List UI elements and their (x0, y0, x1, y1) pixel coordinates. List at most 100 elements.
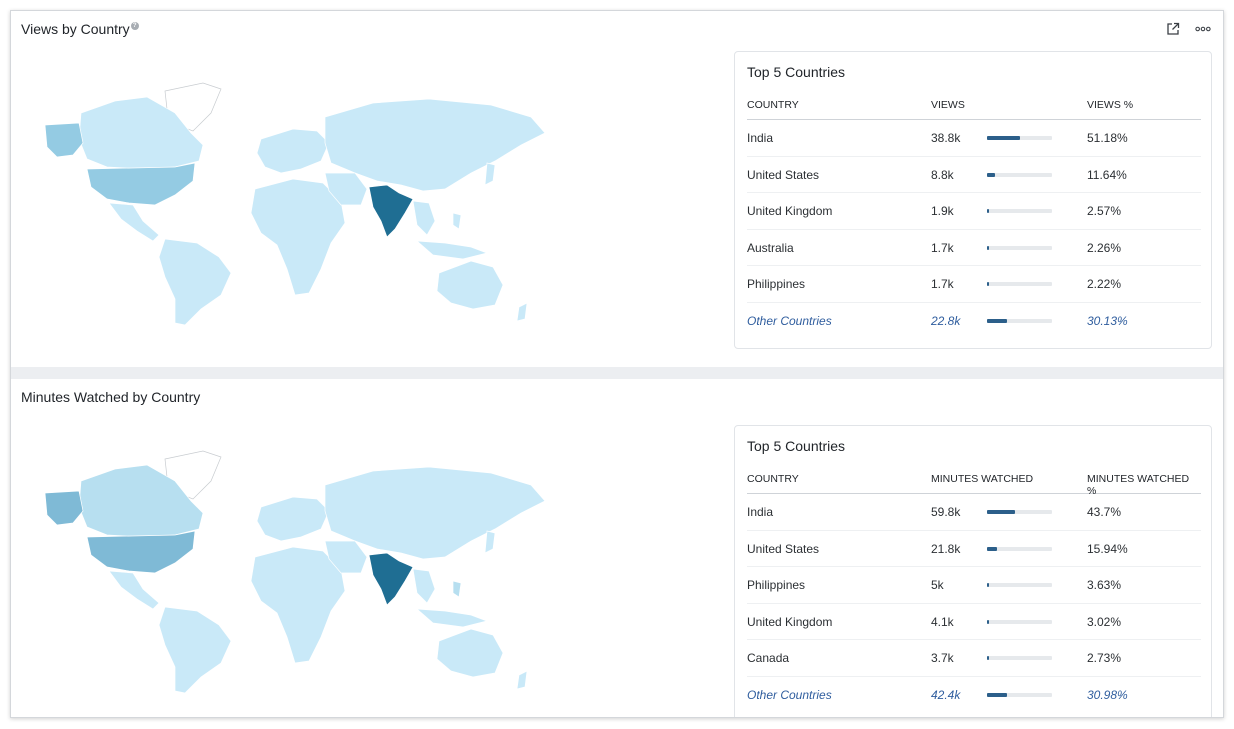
map-india (368, 552, 414, 606)
share-bar (987, 282, 1052, 286)
metric-percent: 30.13% (1087, 313, 1128, 328)
map-mexico (108, 202, 160, 242)
metric-value: 1.9k (931, 204, 954, 218)
country-name: Canada (747, 651, 790, 665)
table-row: India 59.8k 43.7% (747, 494, 1201, 531)
header-value[interactable]: MINUTES WATCHED (931, 473, 1033, 485)
country-name[interactable]: Other Countries (747, 314, 832, 328)
share-bar-fill (987, 583, 989, 587)
world-map[interactable] (25, 441, 555, 701)
map-africa (250, 546, 346, 664)
metric-value: 1.7k (931, 240, 954, 255)
metric-percent: 11.64% (1087, 167, 1127, 182)
top-countries-card: Top 5 Countries COUNTRY MINUTES WATCHED … (734, 425, 1212, 717)
map-alaska (44, 122, 84, 158)
header-value[interactable]: VIEWS (931, 99, 965, 111)
share-bar-fill (987, 510, 1015, 514)
metric-value: 4.1k (931, 614, 954, 629)
map-india (368, 184, 414, 238)
map-new-zealand (516, 302, 528, 322)
panel-title: Minutes Watched by Country (21, 389, 200, 405)
metric-percent: 51.18% (1087, 131, 1128, 145)
country-name: India (747, 131, 774, 145)
share-bar (987, 318, 1052, 323)
other-countries-row[interactable]: Other Countries 42.4k 30.98% (747, 677, 1201, 714)
metric-value: 1.7k (931, 277, 954, 291)
country-name: Australia (747, 240, 794, 255)
metric-percent: 43.7% (1087, 505, 1122, 519)
map-australia (436, 628, 504, 678)
dashboard-frame: Views by Country ? Top 5 Countries COUNT… (10, 10, 1224, 718)
minutes-watched-panel: Minutes Watched by Country Top 5 Countri… (11, 379, 1223, 718)
map-alaska (44, 490, 84, 526)
panel-title: Views by Country ? (21, 21, 139, 37)
table-row: Australia 1.7k 2.26% (747, 230, 1201, 266)
world-map[interactable] (25, 73, 555, 333)
header-country[interactable]: COUNTRY (747, 99, 799, 111)
more-options-icon[interactable] (1195, 21, 1211, 37)
card-title: Top 5 Countries (747, 64, 846, 80)
map-japan (484, 162, 496, 186)
map-south-america (158, 606, 232, 694)
map-indonesia (415, 608, 489, 628)
share-bar-fill (987, 318, 1007, 323)
map-south-america (158, 238, 232, 326)
metric-percent: 2.26% (1087, 240, 1122, 255)
share-bar-fill (987, 136, 1020, 140)
help-icon[interactable]: ? (130, 22, 139, 30)
table-row: Philippines 5k 3.63% (747, 567, 1201, 604)
views-by-country-panel: Views by Country ? Top 5 Countries COUNT… (11, 11, 1223, 367)
open-external-icon[interactable] (1165, 21, 1181, 37)
panel-actions (1165, 21, 1211, 37)
country-name: Philippines (747, 578, 806, 592)
metric-value: 21.8k (931, 541, 961, 556)
map-indonesia (415, 240, 489, 260)
header-country[interactable]: COUNTRY (747, 473, 799, 485)
share-bar-fill (987, 209, 989, 213)
other-countries-row[interactable]: Other Countries 22.8k 30.13% (747, 303, 1201, 340)
share-bar-fill (987, 619, 989, 624)
country-name: United States (747, 167, 820, 182)
share-bar (987, 510, 1052, 514)
table-row: Canada 3.7k 2.73% (747, 640, 1201, 677)
share-bar (987, 245, 1052, 250)
country-name: United States (747, 541, 820, 556)
country-name[interactable]: Other Countries (747, 688, 832, 702)
share-bar (987, 172, 1052, 177)
panel-divider (11, 367, 1223, 379)
metric-percent: 30.98% (1087, 687, 1128, 702)
metric-value: 5k (931, 578, 944, 592)
metric-percent: 2.57% (1087, 204, 1122, 218)
map-europe (256, 496, 330, 542)
top-countries-card: Top 5 Countries COUNTRY VIEWS VIEWS % In… (734, 51, 1212, 349)
map-new-zealand (516, 670, 528, 690)
metric-percent: 15.94% (1087, 541, 1128, 556)
metric-percent: 2.73% (1087, 651, 1122, 665)
table-header: COUNTRY VIEWS VIEWS % (747, 98, 1201, 120)
map-usa (86, 530, 196, 574)
table-row: United Kingdom 4.1k 3.02% (747, 604, 1201, 640)
metric-value: 3.7k (931, 651, 954, 665)
scroll-indicator[interactable] (1157, 717, 1223, 718)
map-africa (250, 178, 346, 296)
share-bar (987, 583, 1052, 587)
share-bar (987, 692, 1052, 697)
table-row: United States 21.8k 15.94% (747, 531, 1201, 567)
metric-value: 59.8k (931, 505, 961, 519)
top-countries-table: COUNTRY MINUTES WATCHED MINUTES WATCHED … (747, 472, 1201, 713)
metric-value: 38.8k (931, 131, 961, 145)
share-bar-fill (987, 656, 989, 660)
map-japan (484, 530, 496, 554)
metric-value: 22.8k (931, 313, 961, 328)
country-name: United Kingdom (747, 204, 833, 218)
panel-title-text: Minutes Watched by Country (21, 389, 201, 405)
top-countries-table: COUNTRY VIEWS VIEWS % India 38.8k 51.18% Un… (747, 98, 1201, 339)
metric-percent: 3.63% (1087, 578, 1122, 592)
table-row: United Kingdom 1.9k 2.57% (747, 193, 1201, 230)
header-percent[interactable]: VIEWS % (1087, 99, 1133, 111)
country-name: United Kingdom (747, 614, 833, 629)
share-bar (987, 619, 1052, 624)
metric-value: 42.4k (931, 687, 961, 702)
map-australia (436, 260, 504, 310)
map-southeast-asia (412, 568, 436, 604)
